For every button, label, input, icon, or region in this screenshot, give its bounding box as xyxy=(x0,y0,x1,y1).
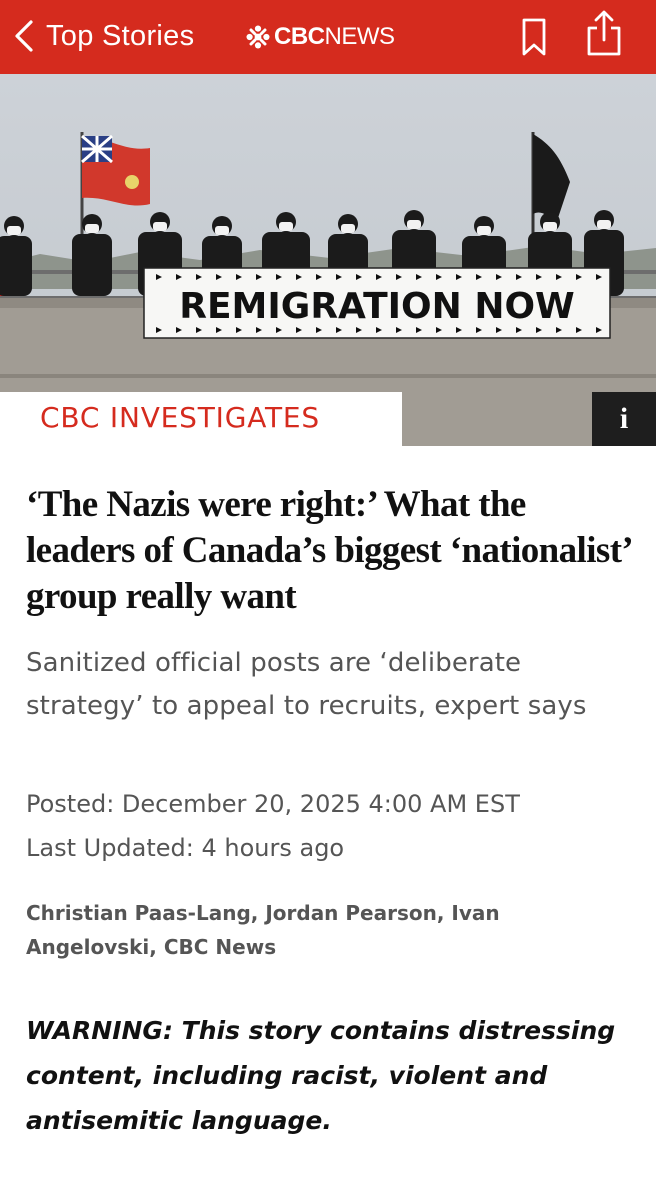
warning-label: WARNING: xyxy=(26,1016,173,1045)
bookmark-icon xyxy=(522,18,546,56)
cbc-gem-logo xyxy=(246,25,270,49)
photo-info-button[interactable]: i xyxy=(592,392,656,446)
share-icon xyxy=(587,10,621,56)
posted-timestamp: Posted: December 20, 2025 4:00 AM EST xyxy=(26,790,520,818)
cbc-news-logo: CBC NEWS xyxy=(246,22,395,52)
hero-photo: REMIGRATION NOW xyxy=(0,74,656,446)
top-nav-bar: Top Stories CBC NEWS xyxy=(0,0,656,74)
back-label: Top Stories xyxy=(46,19,195,52)
banner-text: REMIGRATION NOW xyxy=(179,286,575,327)
bookmark-button[interactable] xyxy=(518,16,550,58)
chevron-left-icon xyxy=(15,20,33,52)
share-button[interactable] xyxy=(584,8,624,58)
article-subheadline: Sanitized official posts are ‘deliberate… xyxy=(26,648,587,721)
article-headline: ‘The Nazis were right:’ What the leaders… xyxy=(26,484,631,617)
brand-cbc: CBC xyxy=(274,23,325,50)
info-icon: i xyxy=(619,402,629,435)
category-label[interactable]: CBC INVESTIGATES xyxy=(40,401,320,434)
hero-image: REMIGRATION NOW xyxy=(0,74,656,446)
back-button[interactable]: Top Stories xyxy=(14,16,194,56)
brand-news: NEWS xyxy=(324,23,396,50)
byline: Christian Paas-Lang, Jordan Pearson, Iva… xyxy=(26,901,500,959)
last-updated-timestamp: Last Updated: 4 hours ago xyxy=(26,834,345,862)
content-warning: WARNING: This story contains distressing… xyxy=(26,1008,636,1143)
